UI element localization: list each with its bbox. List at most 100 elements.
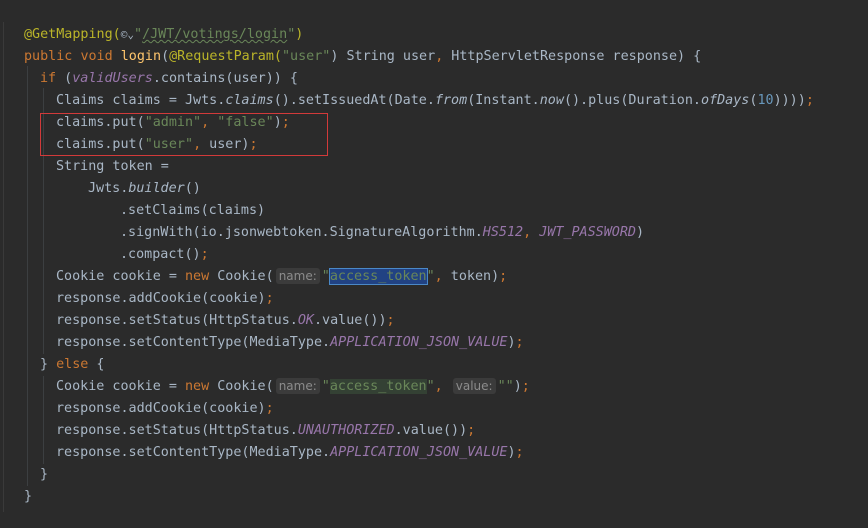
parameter-hint: name: — [275, 378, 320, 394]
code-text: ().plus(Duration. — [563, 93, 701, 108]
keyword: void — [80, 49, 113, 64]
comma: , — [523, 225, 532, 240]
string-quote: " — [426, 379, 435, 394]
code-text: String token = — [56, 159, 169, 174]
code-line-16[interactable]: } else { — [40, 354, 868, 376]
string-literal: "" — [497, 379, 514, 394]
constant: UNAUTHORIZED — [297, 423, 395, 438]
code-text: ) — [507, 445, 516, 460]
gutter-line — [3, 22, 4, 512]
keyword: public — [24, 49, 73, 64]
code-text: ) — [635, 225, 645, 240]
string-quote: " — [134, 27, 143, 42]
web-endpoint-icon[interactable]: ©⌄ — [121, 28, 134, 41]
url-path-link[interactable]: /JWT/votings/login — [142, 27, 287, 42]
code-text: } — [40, 357, 57, 372]
highlighted-string[interactable]: access_token — [329, 379, 427, 394]
code-text: response.addCookie(cookie) — [56, 291, 266, 306]
indent-guide — [27, 66, 28, 486]
paren: ( — [161, 49, 170, 64]
code-line-10[interactable]: .signWith(io.jsonwebtoken.SignatureAlgor… — [120, 222, 868, 244]
code-text: () — [184, 181, 201, 196]
string-literal: "user" — [282, 49, 331, 64]
selected-string[interactable]: access_token — [328, 268, 428, 285]
code-line-8[interactable]: Jwts.builder() — [88, 178, 868, 200]
code-text: .value()) — [394, 423, 468, 438]
string-quote: " — [426, 269, 435, 284]
static-method: from — [434, 93, 468, 108]
static-method: ofDays — [701, 93, 750, 108]
keyword: if — [40, 71, 57, 86]
code-text: response.setStatus(HttpStatus. — [56, 313, 298, 328]
code-text: .value()) — [313, 313, 387, 328]
indent-guide — [43, 376, 44, 464]
string-quote: " — [321, 379, 330, 394]
constant: OK — [297, 313, 314, 328]
code-line-19[interactable]: response.setStatus(HttpStatus.UNAUTHORIZ… — [56, 420, 868, 442]
semicolon: ; — [521, 379, 530, 394]
code-line-22[interactable]: } — [24, 486, 868, 508]
constant: APPLICATION_JSON_VALUE — [330, 335, 508, 350]
code-text: .compact() — [120, 247, 201, 262]
static-method: claims — [225, 93, 274, 108]
code-line-20[interactable]: response.setContentType(MediaType.APPLIC… — [56, 442, 868, 464]
code-line-3[interactable]: if (validUsers.contains(user)) { — [40, 68, 868, 90]
code-text: { — [88, 357, 105, 372]
method-name: login — [120, 49, 162, 64]
code-text: ) — [507, 335, 516, 350]
code-text: (Instant. — [467, 93, 540, 108]
semicolon: ; — [200, 247, 209, 262]
parameter-hint: name: — [275, 268, 320, 284]
code-text: response.addCookie(cookie) — [56, 401, 266, 416]
keyword: new — [185, 269, 210, 284]
field-ref: validUsers — [72, 71, 153, 86]
annotation: @GetMapping( — [24, 27, 121, 42]
code-line-4[interactable]: Claims claims = Jwts.claims().setIssuedA… — [56, 90, 868, 112]
code-text: response.setContentType(MediaType. — [56, 445, 331, 460]
semicolon: ; — [265, 401, 274, 416]
code-line-17[interactable]: Cookie cookie = new Cookie(name: "access_… — [56, 376, 868, 398]
annotation-close: ) — [295, 27, 304, 42]
semicolon: ; — [515, 335, 524, 350]
closing-brace: } — [40, 467, 49, 482]
code-text: Cookie cookie = — [56, 269, 185, 284]
code-line-13[interactable]: response.addCookie(cookie); — [56, 288, 868, 310]
code-line-18[interactable]: response.addCookie(cookie); — [56, 398, 868, 420]
code-text: .contains(user)) { — [152, 71, 298, 86]
code-text: ) String user — [330, 49, 436, 64]
constant: HS512 — [482, 225, 524, 240]
code-text: ().setIssuedAt(Date. — [273, 93, 435, 108]
code-text: response.setContentType(MediaType. — [56, 335, 331, 350]
static-method: now — [539, 93, 564, 108]
semicolon: ; — [265, 291, 274, 306]
code-line-9[interactable]: .setClaims(claims) — [120, 200, 868, 222]
code-line-15[interactable]: response.setContentType(MediaType.APPLIC… — [56, 332, 868, 354]
code-text: ( — [56, 71, 73, 86]
static-method: builder — [128, 181, 185, 196]
annotation: @RequestParam( — [169, 49, 282, 64]
code-text: .setClaims(claims) — [120, 203, 266, 218]
code-line-2[interactable]: public void login(@RequestParam("user") … — [24, 46, 868, 68]
closing-brace: } — [24, 489, 33, 504]
code-text: ) — [513, 379, 522, 394]
comma: , — [434, 269, 443, 284]
code-line-21[interactable]: } — [40, 464, 868, 486]
code-line-14[interactable]: response.setStatus(HttpStatus.OK.value()… — [56, 310, 868, 332]
comma: , — [434, 379, 443, 394]
code-line-1[interactable]: @GetMapping(©⌄"/JWT/votings/login") — [24, 24, 868, 46]
code-text: token) — [442, 269, 500, 284]
code-text: .signWith(io.jsonwebtoken.SignatureAlgor… — [120, 225, 483, 240]
highlight-box — [40, 113, 328, 156]
code-text: Claims claims = Jwts. — [56, 93, 226, 108]
semicolon: ; — [386, 313, 395, 328]
code-text: Cookie( — [209, 269, 274, 284]
number-literal: 10 — [757, 93, 774, 108]
keyword: else — [56, 357, 89, 372]
semicolon: ; — [805, 93, 814, 108]
code-line-7[interactable]: String token = — [56, 156, 868, 178]
code-editor[interactable]: @GetMapping(©⌄"/JWT/votings/login") publ… — [0, 0, 868, 528]
code-line-12[interactable]: Cookie cookie = new Cookie(name: "access_… — [56, 266, 868, 288]
constant: APPLICATION_JSON_VALUE — [330, 445, 508, 460]
code-line-11[interactable]: .compact(); — [120, 244, 868, 266]
